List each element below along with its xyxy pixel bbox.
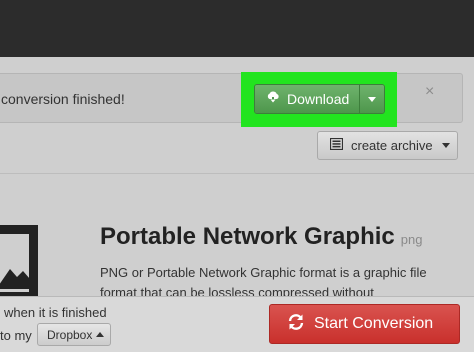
start-conversion-label: Start Conversion (314, 315, 434, 332)
format-extension: png (400, 232, 423, 247)
chevron-up-icon (96, 332, 105, 337)
dropbox-label: Dropbox (47, 327, 93, 342)
section-divider (0, 173, 474, 174)
notify-text-line2: to my (0, 328, 32, 343)
chevron-down-icon (441, 143, 450, 148)
format-name: Portable Network Graphic (100, 223, 395, 250)
refresh-icon (287, 313, 305, 336)
download-button[interactable]: Download (255, 85, 360, 113)
format-title: Portable Network Graphic png (100, 223, 422, 251)
image-file-icon (0, 225, 38, 301)
notify-text-line1: when it is finished (4, 305, 107, 320)
dropbox-select-button[interactable]: Dropbox (37, 323, 111, 346)
cloud-download-icon (266, 90, 280, 108)
archive-icon (329, 137, 344, 155)
format-description-line1: PNG or Portable Network Graphic format i… (100, 265, 427, 280)
download-options-toggle[interactable] (359, 85, 384, 113)
create-archive-label: create archive (351, 138, 433, 153)
alert-message: conversion finished! (1, 91, 125, 107)
create-archive-button[interactable]: create archive (317, 131, 458, 160)
close-icon[interactable]: × (425, 84, 434, 100)
start-conversion-button[interactable]: Start Conversion (269, 304, 460, 344)
chevron-down-icon (368, 97, 377, 102)
top-nav-bar (0, 0, 474, 57)
download-label: Download (287, 91, 350, 107)
download-button-group: Download (254, 84, 385, 114)
